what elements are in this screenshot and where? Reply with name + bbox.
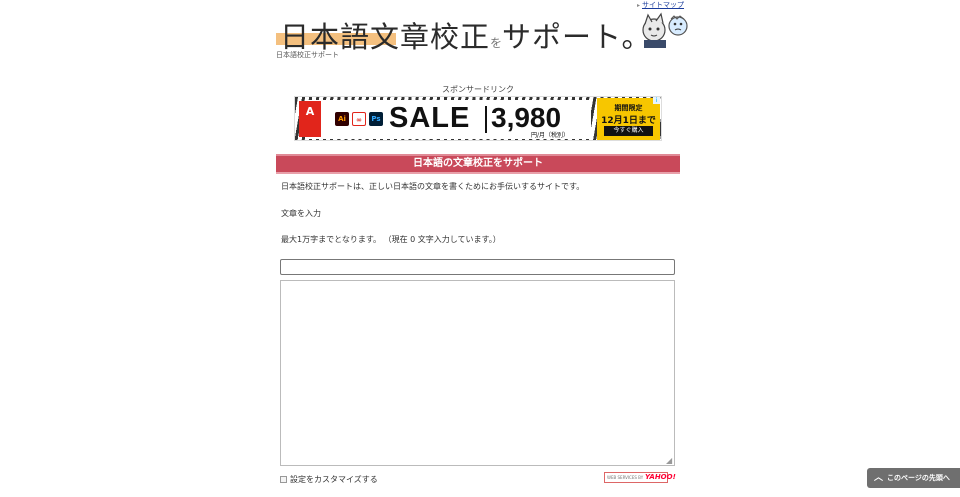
credit-small-text: WEB SERVICES BY [607, 475, 644, 480]
yahoo-logo: YAHOO! [645, 473, 676, 481]
ad-sale-text: SALE [389, 102, 471, 134]
resize-grip-icon[interactable]: ◢ [666, 457, 674, 465]
ad-badge-line1: 期間限定 [614, 104, 643, 112]
logo-particle: を [490, 36, 503, 50]
ad-divider [485, 106, 487, 133]
page-top-label: このページの先頭へ [887, 474, 950, 482]
intro-text: 日本語校正サポートは、正しい日本語の文章を書くためにお手伝いするサイトです。 [281, 182, 585, 191]
logo-main: 日本語文章校正 [280, 20, 491, 54]
yahoo-credit-badge[interactable]: WEB SERVICES BY YAHOO! [604, 472, 676, 483]
site-logo[interactable]: 日本語文章校正をサポート。 [276, 8, 688, 54]
customize-label[interactable]: 設定をカスタマイズする [290, 474, 378, 485]
adobe-logo-icon: A [299, 101, 321, 137]
ad-info-icon[interactable]: i [653, 97, 660, 104]
logo-tail: サポート。 [502, 20, 652, 54]
sponsor-label: スポンサードリンク [442, 85, 514, 94]
page-top-button[interactable]: ︿ このページの先頭へ [867, 468, 960, 488]
illustrator-icon: Ai [335, 112, 349, 126]
ad-price-unit: 円/月（税別） [531, 132, 570, 139]
character-limit-text: 最大1万字までとなります。 （現在 0 文字入力しています。） [281, 235, 501, 244]
customize-checkbox[interactable] [280, 476, 287, 483]
section-heading: 日本語の文章校正をサポート [276, 154, 680, 174]
ad-badge-line2: 12月1日まで [601, 116, 656, 126]
text-input-area[interactable] [280, 280, 675, 466]
advertisement-banner[interactable]: A Ai ∞ Ps SALE 3,980 円/月（税別） 期間限定 12月1日ま… [294, 96, 662, 141]
chevron-up-icon: ︿ [874, 473, 884, 483]
input-label: 文章を入力 [281, 209, 321, 218]
ad-buy-button[interactable]: 今すぐ購入 [604, 126, 653, 136]
site-tagline: 日本語校正サポート [276, 51, 339, 59]
customize-settings-option[interactable]: 設定をカスタマイズする [280, 474, 378, 485]
creative-cloud-icon: ∞ [352, 112, 366, 126]
mascot-illustration [642, 12, 688, 48]
ad-limited-badge: 期間限定 12月1日まで 今すぐ購入 [597, 98, 660, 140]
photoshop-icon: Ps [369, 112, 383, 126]
title-input[interactable] [280, 259, 675, 275]
